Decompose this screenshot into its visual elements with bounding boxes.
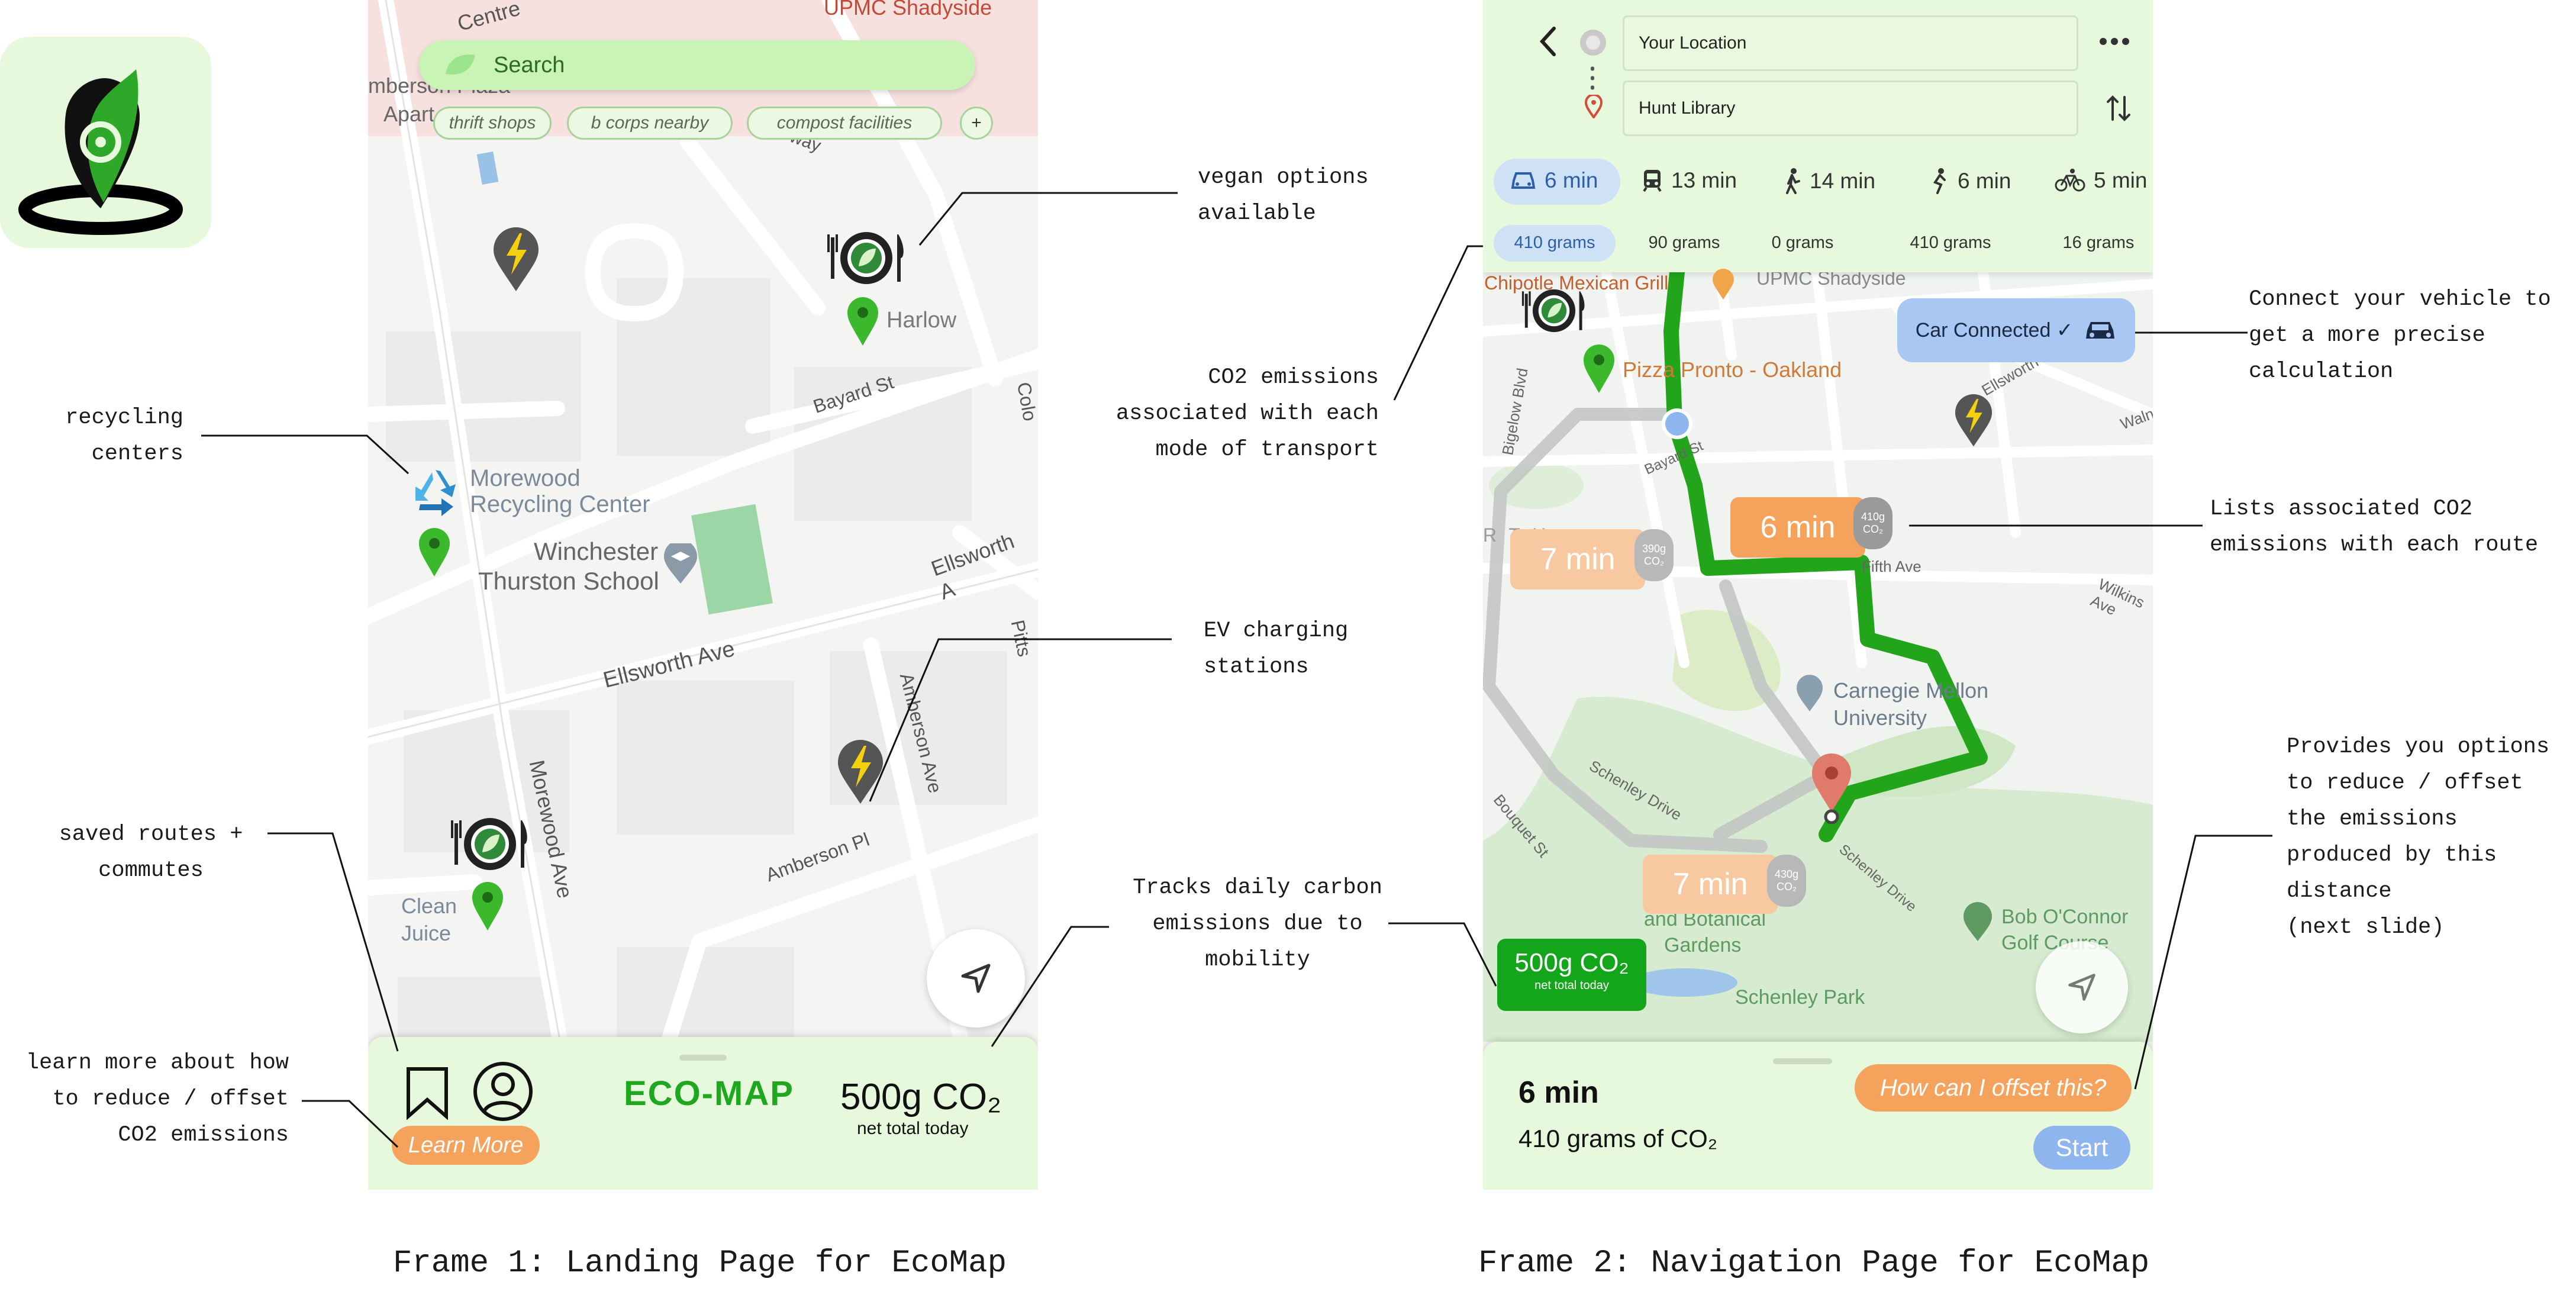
annotation-ev: EV charging stations [1204, 619, 1349, 679]
annotation-tracks: Tracks daily carbon emissions due to mob… [1133, 875, 1382, 972]
annotation-co2modes: CO2 emissions associated with each mode … [1115, 365, 1379, 462]
annotation-connect: Connect your vehicle to get a more preci… [2249, 287, 2551, 384]
annotation-provides: Provides you options to reduce / offset … [2287, 735, 2550, 940]
annotation-vegan: vegan options available [1198, 165, 1369, 226]
frame2-caption: Frame 2: Navigation Page for EcoMap [1478, 1245, 2150, 1281]
annotation-recycling: recycling centers [65, 405, 183, 466]
annotation-saved: saved routes + commutes [59, 822, 243, 883]
frame1-caption: Frame 1: Landing Page for EcoMap [393, 1245, 1007, 1281]
annotation-lists: Lists associated CO2 emissions with each… [2210, 497, 2539, 558]
annotation-learn: learn more about how to reduce / offset … [25, 1051, 289, 1148]
